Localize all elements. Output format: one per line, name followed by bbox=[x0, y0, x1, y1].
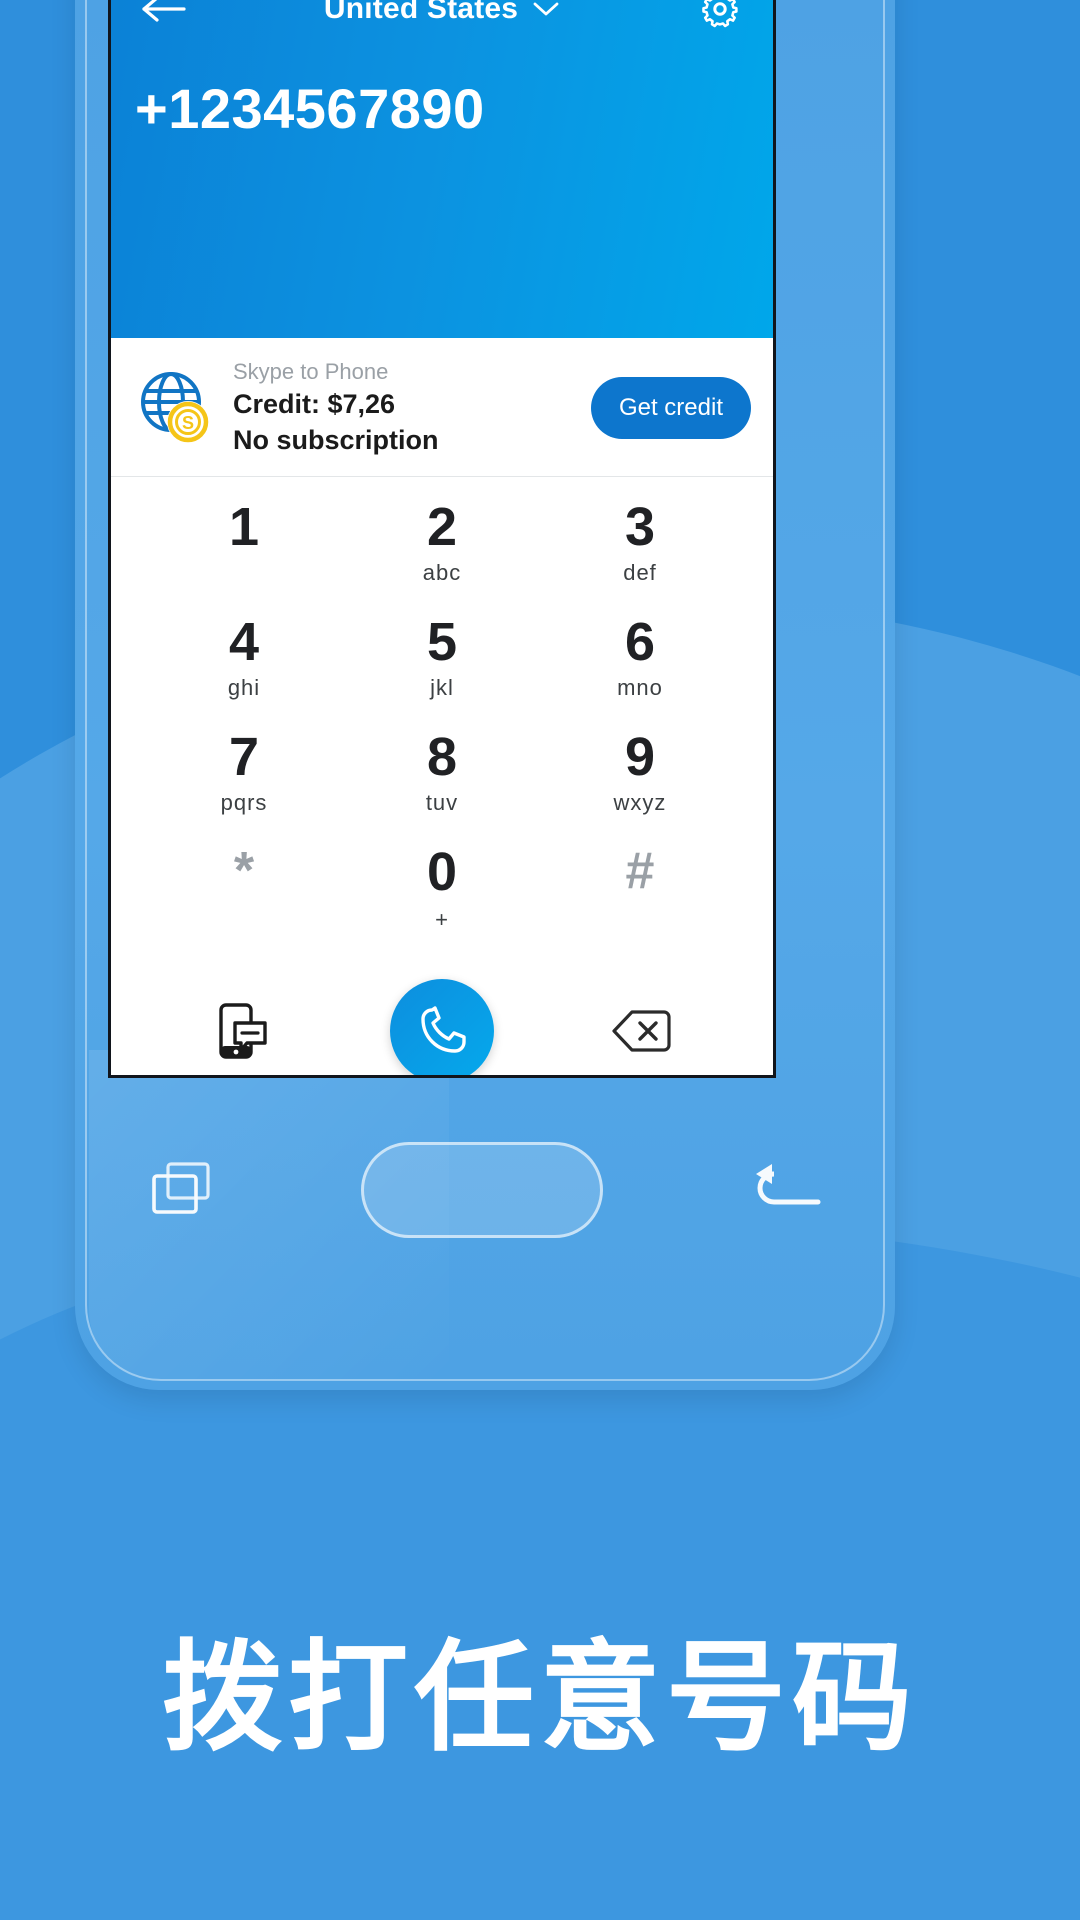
key-letters: mno bbox=[617, 675, 663, 701]
key-digit: 6 bbox=[624, 612, 656, 673]
chevron-down-icon bbox=[533, 2, 559, 16]
key-5[interactable]: 5 jkl bbox=[343, 606, 541, 721]
recents-icon bbox=[151, 1161, 210, 1214]
device-nav-bar bbox=[75, 1105, 895, 1275]
call-button[interactable] bbox=[389, 979, 494, 1075]
key-8[interactable]: 8 tuv bbox=[343, 721, 541, 836]
key-letters: def bbox=[623, 560, 657, 586]
key-7[interactable]: 7 pqrs bbox=[145, 721, 343, 836]
get-credit-button[interactable]: Get credit bbox=[590, 377, 751, 440]
svg-text:S: S bbox=[182, 413, 194, 433]
dial-display-area: United States +1234567890 bbox=[111, 0, 773, 338]
key-digit: 5 bbox=[426, 612, 458, 673]
key-star[interactable]: * bbox=[145, 836, 343, 951]
credit-text-block: Skype to Phone Credit: $7,26 No subscrip… bbox=[217, 358, 591, 458]
phone-handset-icon bbox=[421, 1006, 466, 1054]
key-4[interactable]: 4 ghi bbox=[145, 606, 343, 721]
backspace-button[interactable] bbox=[605, 995, 677, 1067]
sms-message-icon bbox=[218, 1003, 267, 1060]
key-digit: 4 bbox=[228, 612, 260, 673]
phone-number-display[interactable]: +1234567890 bbox=[111, 58, 773, 141]
keypad-row: 7 pqrs 8 tuv 9 wxyz bbox=[145, 721, 739, 836]
key-2[interactable]: 2 abc bbox=[343, 491, 541, 606]
app-top-bar: United States bbox=[111, 0, 773, 58]
phone-device: United States +1 234567890 S Skype to Pho… bbox=[75, 0, 895, 1390]
key-6[interactable]: 6 mno bbox=[541, 606, 739, 721]
key-letters: wxyz bbox=[613, 790, 667, 816]
key-digit: 1 bbox=[228, 497, 260, 558]
key-digit: 3 bbox=[624, 497, 656, 558]
key-letters: abc bbox=[422, 560, 462, 586]
back-arrow-icon bbox=[756, 1163, 821, 1204]
key-digit: * bbox=[233, 842, 255, 901]
keypad-row: 4 ghi 5 jkl 6 mno bbox=[145, 606, 739, 721]
key-3[interactable]: 3 def bbox=[541, 491, 739, 606]
key-letters: jkl bbox=[430, 675, 454, 701]
key-digit: 8 bbox=[426, 727, 458, 788]
home-button[interactable] bbox=[360, 1142, 603, 1238]
key-digit: 9 bbox=[624, 727, 656, 788]
country-label: United States bbox=[323, 0, 519, 25]
globe-coin-icon: S bbox=[133, 366, 217, 450]
keypad-row: 1 2 abc 3 def bbox=[145, 491, 739, 606]
key-digit: 2 bbox=[426, 497, 458, 558]
key-9[interactable]: 9 wxyz bbox=[541, 721, 739, 836]
credit-title: Skype to Phone bbox=[233, 359, 389, 384]
dialer-action-row bbox=[111, 951, 773, 1075]
key-letters: ghi bbox=[227, 675, 261, 701]
promo-page: United States +1 234567890 S Skype to Pho… bbox=[0, 0, 1080, 1920]
phone-screen: United States +1 234567890 S Skype to Pho… bbox=[108, 0, 776, 1078]
country-selector[interactable]: United States bbox=[195, 0, 689, 26]
promo-caption: 拨打任意号码 bbox=[162, 1629, 918, 1768]
key-hash[interactable]: # bbox=[541, 836, 739, 951]
credit-amount: Credit: $7,26 bbox=[233, 388, 396, 419]
key-0[interactable]: 0 + bbox=[343, 836, 541, 951]
back-button[interactable] bbox=[133, 0, 195, 40]
key-1[interactable]: 1 bbox=[145, 491, 343, 606]
gear-icon bbox=[702, 0, 738, 28]
key-letters: tuv bbox=[425, 790, 459, 816]
sms-button[interactable] bbox=[207, 995, 279, 1067]
backspace-icon bbox=[612, 1010, 671, 1052]
key-digit: 7 bbox=[228, 727, 260, 788]
key-letters: + bbox=[435, 907, 449, 933]
recents-button[interactable] bbox=[146, 1156, 220, 1225]
device-back-button[interactable] bbox=[744, 1156, 824, 1225]
arrow-left-icon bbox=[142, 0, 186, 22]
skype-credit-row: S Skype to Phone Credit: $7,26 No subscr… bbox=[111, 338, 773, 478]
keypad-row: * 0 + # bbox=[145, 836, 739, 951]
dial-keypad: 1 2 abc 3 def 4 ghi 5 jkl 6 mno 7 pqrs 8… bbox=[111, 477, 773, 951]
settings-button[interactable] bbox=[689, 0, 751, 40]
key-digit: # bbox=[625, 842, 655, 901]
key-digit: 0 bbox=[426, 842, 458, 903]
key-letters: pqrs bbox=[220, 790, 268, 816]
subscription-status: No subscription bbox=[233, 424, 439, 455]
